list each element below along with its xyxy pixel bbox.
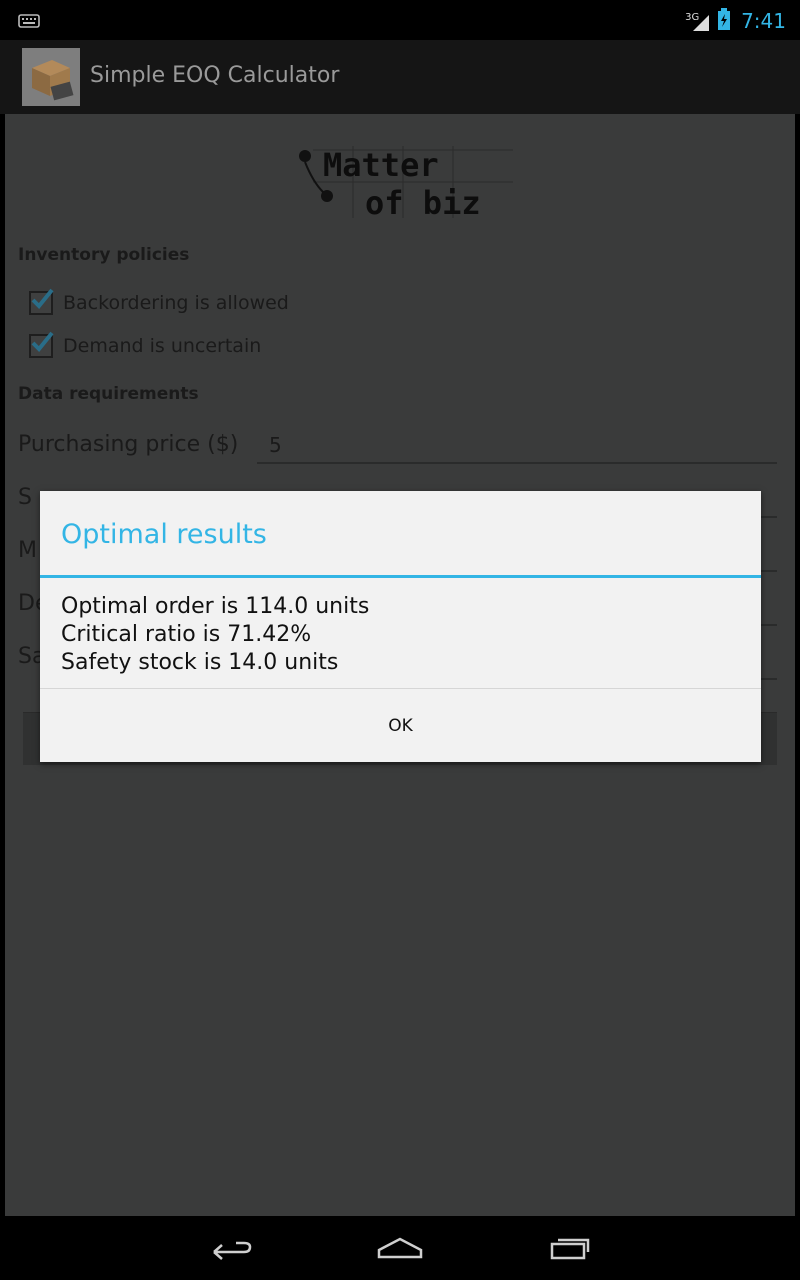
dialog-title: Optimal results [61, 519, 267, 550]
battery-icon [717, 8, 731, 34]
demand-uncertain-checkbox-row[interactable]: Demand is uncertain [29, 331, 261, 361]
critical-ratio-text: Critical ratio is 71.42% [61, 622, 312, 647]
selling-price-label: S [18, 485, 32, 510]
optimal-order-text: Optimal order is 114.0 units [61, 594, 370, 619]
keyboard-icon [18, 13, 40, 32]
recent-apps-icon[interactable] [530, 1228, 610, 1268]
dialog-message: Optimal order is 114.0 units Critical ra… [61, 593, 369, 677]
ok-button[interactable]: OK [40, 689, 761, 763]
logo-line-2: of biz [365, 184, 481, 222]
clock: 7:41 [741, 9, 786, 33]
data-requirements-header: Data requirements [18, 384, 199, 404]
demand-uncertain-label: Demand is uncertain [63, 335, 262, 357]
status-bar: 3G 7:41 [0, 0, 800, 40]
backordering-checkbox-row[interactable]: Backordering is allowed [29, 288, 289, 318]
back-icon[interactable] [192, 1228, 272, 1268]
app-title: Simple EOQ Calculator [90, 63, 340, 88]
field-label-3: M [18, 538, 37, 563]
matter-of-biz-logo: Matter of biz [293, 142, 517, 222]
backordering-label: Backordering is allowed [63, 292, 289, 314]
navigation-bar [0, 1216, 800, 1280]
dialog-title-divider [40, 575, 761, 578]
check-icon [31, 288, 54, 309]
demand-uncertain-checkbox[interactable] [29, 331, 54, 358]
signal-icon: 3G [685, 10, 711, 32]
logo-line-1: Matter [323, 146, 439, 184]
app-icon[interactable] [22, 48, 80, 106]
action-bar: Simple EOQ Calculator [0, 40, 800, 114]
backordering-checkbox[interactable] [29, 288, 54, 315]
home-icon[interactable] [360, 1228, 440, 1268]
safety-stock-text: Safety stock is 14.0 units [61, 650, 339, 675]
inventory-policies-header: Inventory policies [18, 245, 190, 265]
purchasing-price-label: Purchasing price ($) [18, 432, 239, 457]
dialog-button-bar: OK [40, 688, 761, 763]
check-icon [31, 331, 54, 352]
purchasing-price-input[interactable]: 5 [257, 430, 777, 464]
results-dialog: Optimal results Optimal order is 114.0 u… [40, 491, 761, 762]
